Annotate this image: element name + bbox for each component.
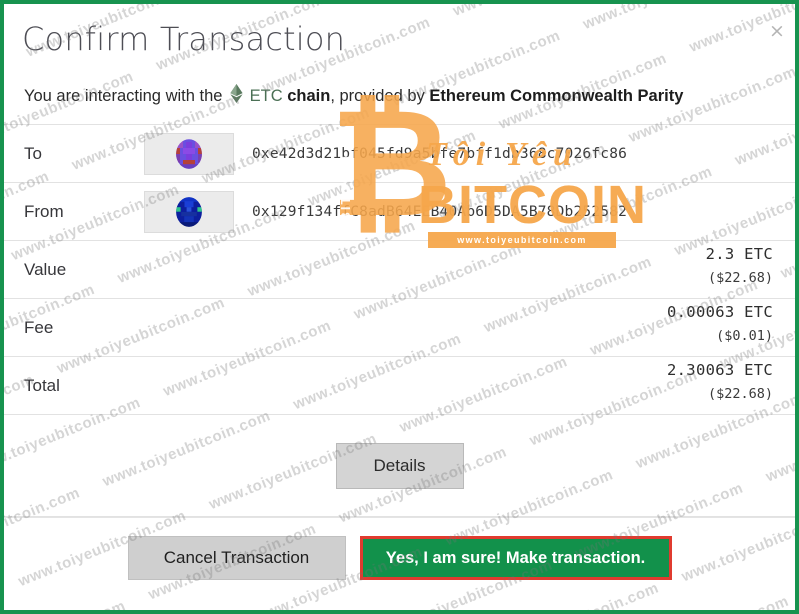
row-label-total: Total: [24, 375, 60, 395]
page-title: Confirm Transaction: [22, 20, 346, 58]
row-label-value: Value: [24, 259, 67, 279]
blockie-avatar-from: [144, 190, 234, 233]
table-row: Value 2.3 ETC ($22.68): [4, 240, 795, 298]
chain-notice-prefix: You are interacting with the: [24, 87, 223, 105]
confirm-transaction-button[interactable]: Yes, I am sure! Make transaction.: [359, 536, 672, 580]
chain-notice: You are interacting with the ETC chain, …: [4, 58, 795, 108]
total-fiat: ($22.68): [707, 386, 773, 402]
value-amount-group: 2.3 ETC ($22.68): [706, 245, 773, 286]
table-row: From 0x129f134ffC8adB64EEB40Ab6D5DA5B78D…: [4, 182, 795, 240]
chain-ticker: ETC: [249, 87, 283, 105]
total-amount: 2.30063 ETC: [667, 361, 773, 379]
fee-amount: 0.00063 ETC: [667, 303, 773, 321]
confirm-transaction-dialog: www.toiyeubitcoin.com www.toiyeubitcoin.c…: [0, 0, 799, 614]
total-amount-group: 2.30063 ETC ($22.68): [667, 361, 773, 402]
chain-provider: Ethereum Commonwealth Parity: [429, 87, 684, 105]
to-address: 0xe42d3d21bf045fd9a5bfe7bff1db368c7026fc…: [252, 145, 628, 162]
fee-fiat: ($0.01): [716, 328, 773, 344]
from-address: 0x129f134ffC8adB64EEB40Ab6D5DA5B78Db2525…: [252, 203, 628, 220]
chain-word: chain: [287, 87, 331, 105]
table-row: Fee 0.00063 ETC ($0.01): [4, 298, 795, 356]
transaction-rows: To 0xe42d3d21bf045fd9a5bfe7bff1db368c702…: [4, 124, 795, 414]
row-label-to: To: [24, 143, 42, 163]
blockie-avatar-to: [144, 132, 234, 175]
fee-amount-group: 0.00063 ETC ($0.01): [667, 303, 773, 344]
table-row: Total 2.30063 ETC ($22.68): [4, 356, 795, 414]
chain-notice-middle: , provided by: [330, 87, 425, 105]
close-icon[interactable]: ×: [763, 18, 787, 42]
dialog-actions: Cancel Transaction Yes, I am sure! Make …: [4, 517, 795, 598]
table-row: To 0xe42d3d21bf045fd9a5bfe7bff1db368c702…: [4, 124, 795, 182]
ethereum-classic-diamond-icon: [230, 84, 243, 108]
row-label-from: From: [24, 201, 64, 221]
cancel-transaction-button[interactable]: Cancel Transaction: [127, 536, 346, 580]
details-button[interactable]: Details: [335, 442, 464, 489]
value-amount: 2.3 ETC: [705, 245, 773, 263]
value-fiat: ($22.68): [707, 270, 773, 286]
details-section: Details: [4, 414, 795, 516]
row-label-fee: Fee: [24, 317, 54, 337]
